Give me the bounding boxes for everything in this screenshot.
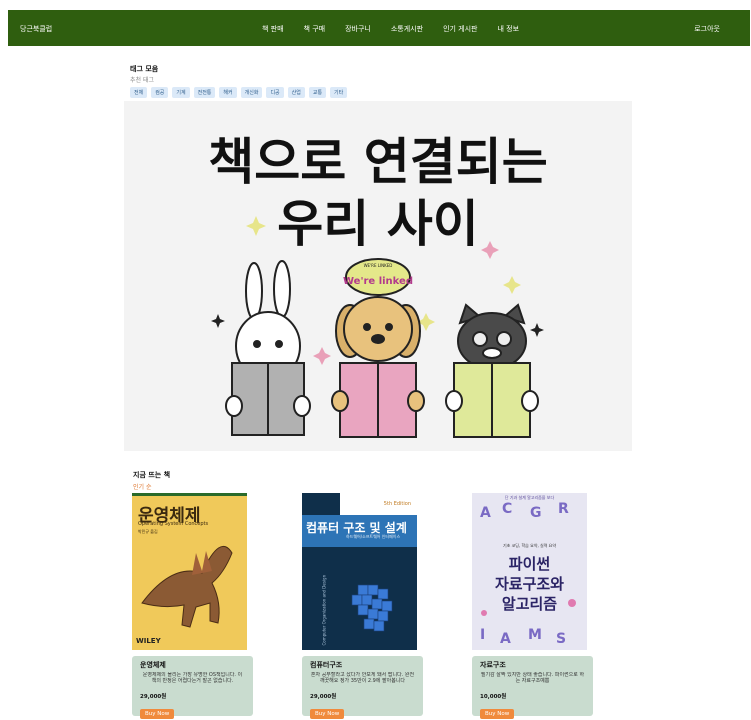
nav-item-myinfo[interactable]: 내 정보 (498, 24, 520, 34)
nav-item-popular[interactable]: 인기 게시판 (443, 24, 477, 34)
svg-text:R: R (558, 501, 569, 517)
book-cover[interactable]: 단 기과 설계 알고리즘을 보다 ACGR IAMS 기초 코딩, 학습 요약,… (472, 493, 587, 650)
svg-text:WE'RE LINKED: WE'RE LINKED (364, 263, 393, 268)
nav-menu: 책 판매 책 구매 장바구니 소통게시판 인기 게시판 내 정보 (262, 24, 539, 34)
book-price: 10,000원 (480, 694, 507, 700)
book-cover[interactable]: 운영체제 Operating System Concepts 박민규 옮김 WI… (132, 493, 247, 650)
cube-illustration (351, 584, 393, 632)
svg-text:We're linked: We're linked (343, 276, 413, 287)
dog-character (331, 296, 425, 438)
rabbit-character (225, 260, 311, 436)
buy-now-button[interactable]: Buy Now (310, 709, 345, 719)
book-card: 컴퓨터구조 혼자 공부할라고 샀다가 안보게 돼서 팝니다. 완전 깨끗해요 정… (302, 656, 423, 719)
svg-text:C: C (502, 501, 512, 517)
logout-button[interactable]: 로그아웃 (694, 24, 720, 34)
hero-line2: 우리 사이 (277, 195, 478, 253)
cover-title-1: 파이썬 (508, 555, 551, 573)
book-title: 자료구조 (480, 661, 506, 669)
nav-item-board[interactable]: 소통게시판 (391, 24, 423, 34)
tag-section-subtitle: 추천 태그 (130, 77, 154, 84)
cover-title-3: 알고리즘 (501, 595, 558, 613)
top-navbar: 당근북클럽 책 판매 책 구매 장바구니 소통게시판 인기 게시판 내 정보 로… (8, 10, 750, 46)
tag-section: 태그 모음 추천 태그 전체 컴공 기계 전전통 해커 개신화 디공 산업 교통… (130, 64, 351, 98)
tag-chip[interactable]: 전전통 (193, 87, 216, 98)
tag-chip[interactable]: 컴공 (151, 87, 169, 98)
tag-list: 전체 컴공 기계 전전통 해커 개신화 디공 산업 교통 기타 (130, 87, 351, 98)
tag-chip[interactable]: 기계 (172, 87, 190, 98)
hero-line1: 책으로 연결되는 (208, 133, 547, 191)
book-price: 29,000원 (140, 694, 167, 700)
buy-now-button[interactable]: Buy Now (480, 709, 515, 719)
book-item: 5th Edition 컴퓨터 구조 및 설계 하드웨어/소프트웨어 인터페이스… (302, 493, 423, 719)
tag-chip[interactable]: 개신화 (240, 87, 263, 98)
nav-item-buy[interactable]: 책 구매 (304, 24, 326, 34)
dinosaur-illustration (141, 545, 233, 628)
book-description: 필기감 살짝 있지만 상태 좋습니다. 파이썬으로 하는 자료구조예쁨 (480, 672, 585, 684)
tag-chip[interactable]: 해커 (219, 87, 237, 98)
book-item: 단 기과 설계 알고리즘을 보다 ACGR IAMS 기초 코딩, 학습 요약,… (472, 493, 593, 719)
hero-banner: 책으로 연결되는 우리 사이 WE'RE LINKED We're linked (124, 101, 632, 451)
book-card: 자료구조 필기감 살짝 있지만 상태 좋습니다. 파이썬으로 하는 자료구조예쁨… (472, 656, 593, 719)
book-title: 컴퓨터구조 (310, 661, 343, 669)
book-item: 운영체제 Operating System Concepts 박민규 옮김 WI… (132, 493, 253, 719)
trending-subtitle: 인기 순 (133, 484, 152, 491)
buy-now-button[interactable]: Buy Now (140, 709, 175, 719)
book-title: 운영체제 (140, 661, 166, 669)
cover-subtitle: 기초 코딩, 학습 요약, 실력 요약 (502, 543, 557, 548)
tag-section-title: 태그 모음 (130, 65, 159, 73)
book-price: 29,000원 (310, 694, 337, 700)
svg-text:A: A (480, 505, 491, 521)
cat-character (445, 303, 539, 438)
nav-item-sell[interactable]: 책 판매 (262, 24, 284, 34)
svg-text:I: I (480, 627, 485, 643)
cover-publisher: WILEY (136, 637, 161, 645)
svg-text:S: S (556, 631, 566, 647)
tag-chip[interactable]: 디공 (266, 87, 284, 98)
svg-text:G: G (530, 505, 542, 521)
tag-chip[interactable]: 산업 (287, 87, 305, 98)
hero-illustration: 책으로 연결되는 우리 사이 WE'RE LINKED We're linked (208, 133, 548, 438)
book-description: 혼자 공부할라고 샀다가 안보게 돼서 팝니다. 완전 깨끗해요 정가 35만이… (310, 672, 415, 684)
book-card: 운영체제 운영체제의 몰리는 가장 유명한 OS책입니다. 이 책의 반정은 어… (132, 656, 253, 719)
nav-item-cart[interactable]: 장바구니 (345, 24, 371, 34)
cover-title-2: 자료구조와 (494, 575, 564, 593)
book-cover[interactable]: 5th Edition 컴퓨터 구조 및 설계 하드웨어/소프트웨어 인터페이스… (302, 493, 417, 650)
brand-logo[interactable]: 당근북클럽 (20, 24, 52, 34)
tag-chip[interactable]: 교통 (308, 87, 327, 98)
trending-title: 지금 뜨는 책 (133, 471, 171, 479)
tag-chip[interactable]: 기타 (330, 87, 348, 98)
svg-text:A: A (500, 631, 511, 647)
linked-badge: WE'RE LINKED We're linked (343, 258, 413, 296)
svg-text:M: M (528, 627, 542, 643)
book-description: 운영체제의 몰리는 가장 유명한 OS책입니다. 이 책의 반정은 어렵다는거 … (142, 672, 243, 684)
tag-chip[interactable]: 전체 (130, 87, 148, 98)
trending-section: 지금 뜨는 책 인기 순 (133, 470, 170, 491)
